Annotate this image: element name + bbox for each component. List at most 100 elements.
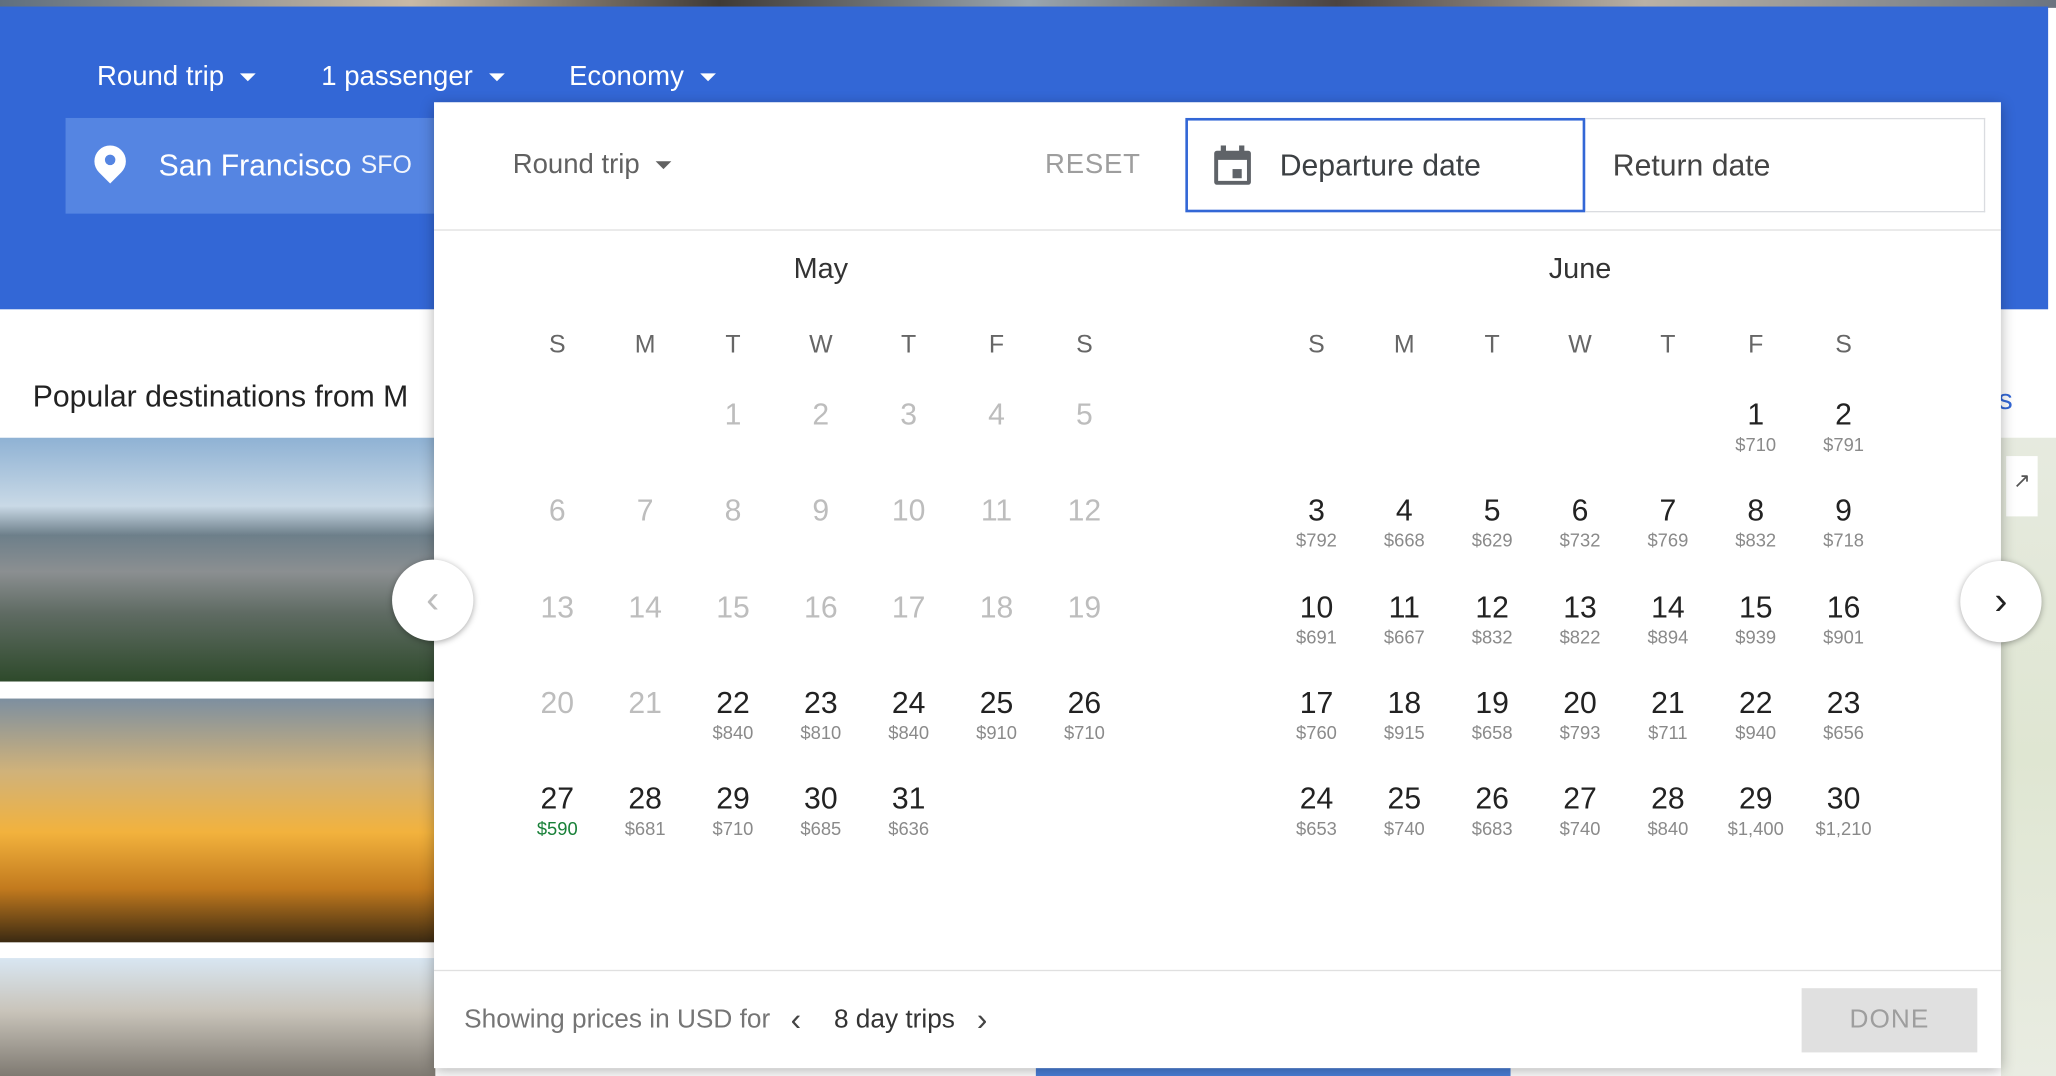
day-number: 30 — [1826, 781, 1861, 816]
calendar-day[interactable]: 22 $840 — [694, 685, 773, 744]
calendar-day[interactable]: 2 $791 — [1804, 397, 1883, 456]
day-price: $710 — [1063, 721, 1105, 743]
calendar-day[interactable]: 26 $683 — [1453, 781, 1532, 840]
calendar-day[interactable]: 12 $832 — [1453, 589, 1532, 648]
calendar-day[interactable]: 16 $901 — [1804, 589, 1883, 648]
day-price: $691 — [1296, 625, 1337, 647]
done-button[interactable]: DONE — [1801, 988, 1978, 1053]
calendar-icon — [1214, 145, 1251, 185]
calendar-day[interactable]: 20 $793 — [1541, 685, 1620, 744]
calendar-day[interactable]: 5 $629 — [1453, 493, 1532, 552]
calendar-day[interactable]: 1 $710 — [1716, 397, 1795, 456]
next-month-button[interactable]: › — [1960, 560, 2042, 643]
calendar-day[interactable]: 29 $710 — [694, 781, 773, 840]
weekday-header: S — [1308, 331, 1325, 360]
day-price: $653 — [1296, 818, 1337, 840]
calendar-day[interactable]: 28 $681 — [606, 781, 685, 840]
calendar-day[interactable]: 9 $718 — [1804, 493, 1883, 552]
cabin-class-label: Economy — [569, 61, 684, 92]
calendar-day[interactable]: 27 $590 — [518, 781, 597, 840]
destination-image-seattle[interactable] — [0, 698, 436, 943]
day-number: 23 — [804, 685, 838, 720]
day-number: 4 — [1395, 493, 1413, 528]
day-number: 22 — [1738, 685, 1773, 720]
chevron-right-icon[interactable]: › — [977, 1003, 987, 1040]
cabin-class-dropdown[interactable]: Economy — [569, 61, 716, 93]
modal-trip-type-dropdown[interactable]: Round trip — [513, 149, 672, 180]
calendar-day[interactable]: 8 $832 — [1716, 493, 1795, 552]
day-price: $769 — [1647, 529, 1689, 551]
calendar-day[interactable]: 25 $740 — [1365, 781, 1444, 840]
dropdown-caret-icon — [488, 73, 505, 82]
calendar-day[interactable]: 23 $810 — [781, 685, 860, 744]
calendar-day[interactable]: 30 $1,210 — [1804, 781, 1883, 840]
calendar-day[interactable]: 19 $658 — [1453, 685, 1532, 744]
day-number: 2 — [1835, 397, 1852, 432]
day-price: $658 — [1471, 721, 1513, 743]
passengers-label: 1 passenger — [321, 61, 473, 92]
calendar-day[interactable]: 22 $940 — [1716, 685, 1795, 744]
origin-field[interactable]: San Francisco SFO — [65, 117, 446, 214]
destination-image-portland[interactable] — [0, 437, 436, 682]
weekday-header: S — [1076, 331, 1093, 360]
day-price: $792 — [1296, 529, 1337, 551]
calendar-day: 19 — [1045, 589, 1124, 623]
calendar-day[interactable]: 23 $656 — [1804, 685, 1883, 744]
weekday-header: S — [1835, 331, 1852, 360]
price-currency-note: Showing prices in USD for — [464, 1005, 771, 1035]
calendar-day[interactable]: 24 $653 — [1277, 781, 1356, 840]
calendar-day[interactable]: 26 $710 — [1045, 685, 1124, 744]
origin-code: SFO — [360, 151, 412, 179]
day-price: $791 — [1823, 433, 1865, 455]
day-price: $636 — [888, 818, 930, 840]
calendar-day[interactable]: 10 $691 — [1277, 589, 1356, 648]
calendar-day[interactable]: 14 $894 — [1629, 589, 1708, 648]
calendar-day[interactable]: 21 $711 — [1629, 685, 1708, 744]
calendar-day: 11 — [957, 493, 1036, 527]
calendar-day[interactable]: 17 $760 — [1277, 685, 1356, 744]
calendar-day[interactable]: 7 $769 — [1629, 493, 1708, 552]
day-number: 14 — [1651, 589, 1685, 624]
calendar-day: 12 — [1045, 493, 1124, 527]
reset-button[interactable]: RESET — [1045, 149, 1141, 180]
trip-type-dropdown[interactable]: Round trip — [97, 62, 256, 93]
calendar-day[interactable]: 28 $840 — [1629, 781, 1708, 840]
calendar-day[interactable]: 3 $792 — [1277, 493, 1356, 552]
day-number: 22 — [716, 685, 750, 720]
expand-map-icon[interactable]: ↗ — [2006, 456, 2038, 517]
day-price: $685 — [800, 818, 842, 840]
chevron-left-icon[interactable]: ‹ — [791, 1003, 801, 1040]
previous-month-button[interactable]: ‹ — [392, 559, 474, 641]
day-number: 28 — [1651, 781, 1685, 816]
passengers-dropdown[interactable]: 1 passenger — [321, 61, 505, 93]
calendar-day[interactable]: 6 $732 — [1541, 493, 1620, 552]
day-number: 24 — [1299, 781, 1334, 816]
month-title: June — [1548, 251, 1612, 285]
modal-trip-type-label: Round trip — [512, 149, 640, 180]
calendar-day: 6 — [518, 493, 597, 527]
month-title: May — [793, 251, 849, 285]
dropdown-caret-icon — [239, 73, 256, 82]
calendar-day[interactable]: 27 $740 — [1541, 781, 1620, 840]
map-preview[interactable]: ↗ — [2000, 437, 2056, 1076]
return-date-field[interactable]: Return date — [1585, 117, 1986, 213]
day-number: 16 — [1826, 589, 1861, 624]
day-number: 12 — [1475, 589, 1509, 624]
calendar-day[interactable]: 25 $910 — [957, 685, 1036, 744]
calendar-day[interactable]: 24 $840 — [869, 685, 948, 744]
calendar-day[interactable]: 11 $667 — [1365, 589, 1444, 648]
calendar-day[interactable]: 13 $822 — [1541, 589, 1620, 648]
day-price: $1,210 — [1815, 818, 1872, 840]
day-number: 9 — [1835, 493, 1852, 528]
date-picker-header: Round trip RESET Departure date Return d… — [434, 102, 2001, 231]
calendar-day[interactable]: 4 $668 — [1365, 493, 1444, 552]
calendar-day[interactable]: 31 $636 — [869, 781, 948, 840]
calendar-day[interactable]: 18 $915 — [1365, 685, 1444, 744]
departure-date-field[interactable]: Departure date — [1185, 117, 1586, 213]
calendar-day[interactable]: 30 $685 — [781, 781, 860, 840]
day-price: $710 — [712, 818, 754, 840]
calendar-day[interactable]: 29 $1,400 — [1716, 781, 1795, 840]
day-price: $732 — [1559, 529, 1601, 551]
destination-image-city[interactable] — [0, 958, 436, 1076]
calendar-day[interactable]: 15 $939 — [1716, 589, 1795, 648]
